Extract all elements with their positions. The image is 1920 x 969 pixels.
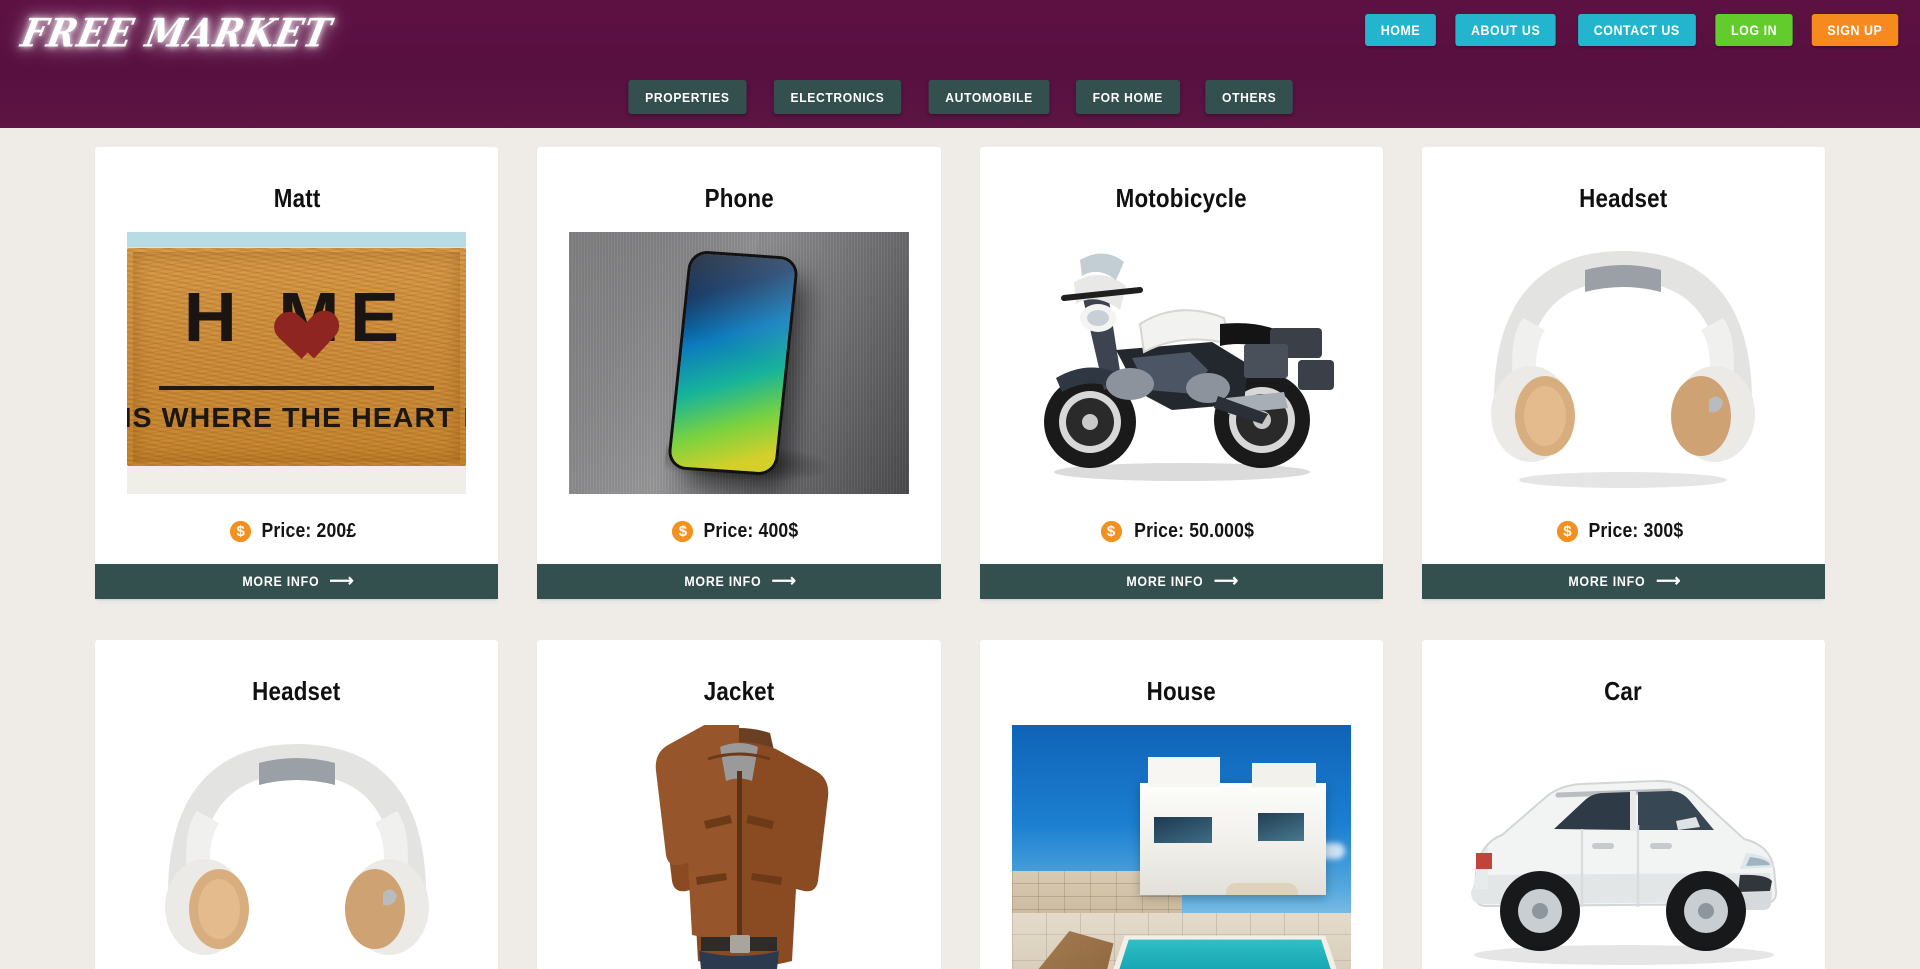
- nav-home-button[interactable]: HOME: [1365, 14, 1437, 46]
- product-price: Price: 300$: [1588, 519, 1684, 542]
- product-card[interactable]: Jacket: [537, 640, 941, 969]
- product-title: House: [1146, 676, 1216, 706]
- arrow-right-icon: ⟶: [1213, 571, 1240, 590]
- more-info-label: MORE INFO: [1126, 574, 1204, 589]
- more-info-label: MORE INFO: [242, 574, 320, 589]
- category-others-button[interactable]: OTHERS: [1204, 80, 1293, 114]
- price-row: $ Price: 400$: [672, 518, 805, 544]
- product-card[interactable]: Matt H ME IS WHERE THE HEART IS $ Price:…: [95, 147, 499, 602]
- category-automobile-button[interactable]: AUTOMOBILE: [928, 80, 1050, 114]
- product-title: Headset: [252, 676, 341, 706]
- dollar-coin-icon: $: [1100, 520, 1122, 542]
- nav-sign-up-button[interactable]: SIGN UP: [1812, 14, 1899, 46]
- product-card[interactable]: House: [979, 640, 1383, 969]
- product-image: [569, 232, 909, 494]
- site-logo[interactable]: FREE MARKET: [17, 2, 335, 64]
- more-info-button[interactable]: MORE INFO ⟶: [95, 564, 499, 599]
- headphones-illustration: [1491, 250, 1756, 488]
- headset-image: [1473, 232, 1774, 494]
- heart-icon: [262, 291, 322, 345]
- more-info-button[interactable]: MORE INFO ⟶: [979, 564, 1383, 599]
- price-row: $ Price: 200£: [230, 518, 363, 544]
- motorcycle-image: [1011, 232, 1351, 494]
- doormat-subtext: IS WHERE THE HEART IS: [127, 402, 467, 433]
- phone-image: [569, 232, 909, 494]
- headset-image: [146, 725, 447, 969]
- more-info-label: MORE INFO: [684, 574, 762, 589]
- house-image: [1011, 725, 1351, 969]
- nav-contact-us-button[interactable]: CONTACT US: [1577, 14, 1696, 46]
- product-image: [1011, 725, 1351, 969]
- jacket-image: [603, 725, 874, 969]
- swimming-pool: [1108, 939, 1341, 969]
- nav-log-in-button[interactable]: LOG IN: [1715, 14, 1793, 46]
- site-logo-text: FREE MARKET: [17, 10, 336, 56]
- product-card[interactable]: Headset: [95, 640, 499, 969]
- suv-illustration: [1470, 779, 1777, 965]
- header-top-bar: FREE MARKET HOME ABOUT US CONTACT US LOG…: [0, 0, 1920, 68]
- doormat-image: H ME IS WHERE THE HEART IS: [127, 232, 467, 494]
- product-price: Price: 200£: [261, 519, 357, 542]
- more-info-button[interactable]: MORE INFO ⟶: [1421, 564, 1825, 599]
- product-price: Price: 50.000$: [1133, 519, 1254, 542]
- motorcycle-illustration: [1043, 253, 1334, 481]
- product-title: Motobicycle: [1115, 183, 1247, 213]
- car-image: [1453, 725, 1793, 969]
- product-title: Headset: [1579, 183, 1668, 213]
- product-image: [1011, 232, 1351, 494]
- price-row: $ Price: 50.000$: [1100, 518, 1262, 544]
- product-image: [569, 725, 908, 969]
- product-card[interactable]: Car: [1421, 640, 1825, 969]
- dollar-coin-icon: $: [230, 520, 252, 542]
- nav-about-us-button[interactable]: ABOUT US: [1455, 14, 1557, 46]
- product-listing: Matt H ME IS WHERE THE HEART IS $ Price:…: [0, 128, 1920, 969]
- category-properties-button[interactable]: PROPERTIES: [628, 80, 747, 114]
- dollar-coin-icon: $: [672, 520, 694, 542]
- arrow-right-icon: ⟶: [329, 571, 355, 590]
- product-image: [127, 725, 466, 969]
- product-price: Price: 400$: [703, 519, 799, 542]
- category-for-home-button[interactable]: FOR HOME: [1075, 80, 1180, 114]
- product-image: [1454, 232, 1793, 494]
- primary-nav: HOME ABOUT US CONTACT US LOG IN SIGN UP: [1362, 14, 1902, 46]
- product-card[interactable]: Headset: [1421, 147, 1825, 602]
- parasol-icon: [1225, 883, 1298, 895]
- category-nav: PROPERTIES ELECTRONICS AUTOMOBILE FOR HO…: [0, 68, 1920, 128]
- product-card[interactable]: Phone $ Price: 400$ MORE INFO ⟶: [537, 147, 941, 602]
- leather-jacket-illustration: [655, 725, 829, 969]
- headphones-illustration: [164, 743, 429, 955]
- product-title: Phone: [704, 183, 774, 213]
- site-header: FREE MARKET HOME ABOUT US CONTACT US LOG…: [0, 0, 1920, 128]
- product-title: Jacket: [703, 676, 775, 706]
- product-title: Car: [1604, 676, 1643, 706]
- product-image: H ME IS WHERE THE HEART IS: [127, 232, 467, 494]
- product-card[interactable]: Motobicycle $ Price: 50.000$ MORE INFO ⟶: [979, 147, 1383, 602]
- product-title: Matt: [273, 183, 320, 213]
- more-info-label: MORE INFO: [1568, 574, 1646, 589]
- arrow-right-icon: ⟶: [1656, 571, 1682, 590]
- category-electronics-button[interactable]: ELECTRONICS: [773, 80, 901, 114]
- more-info-button[interactable]: MORE INFO ⟶: [537, 564, 941, 599]
- product-image: [1453, 725, 1793, 969]
- price-row: $ Price: 300$: [1556, 518, 1690, 544]
- product-grid: Matt H ME IS WHERE THE HEART IS $ Price:…: [95, 147, 1825, 969]
- dollar-coin-icon: $: [1556, 520, 1578, 542]
- arrow-right-icon: ⟶: [771, 571, 797, 590]
